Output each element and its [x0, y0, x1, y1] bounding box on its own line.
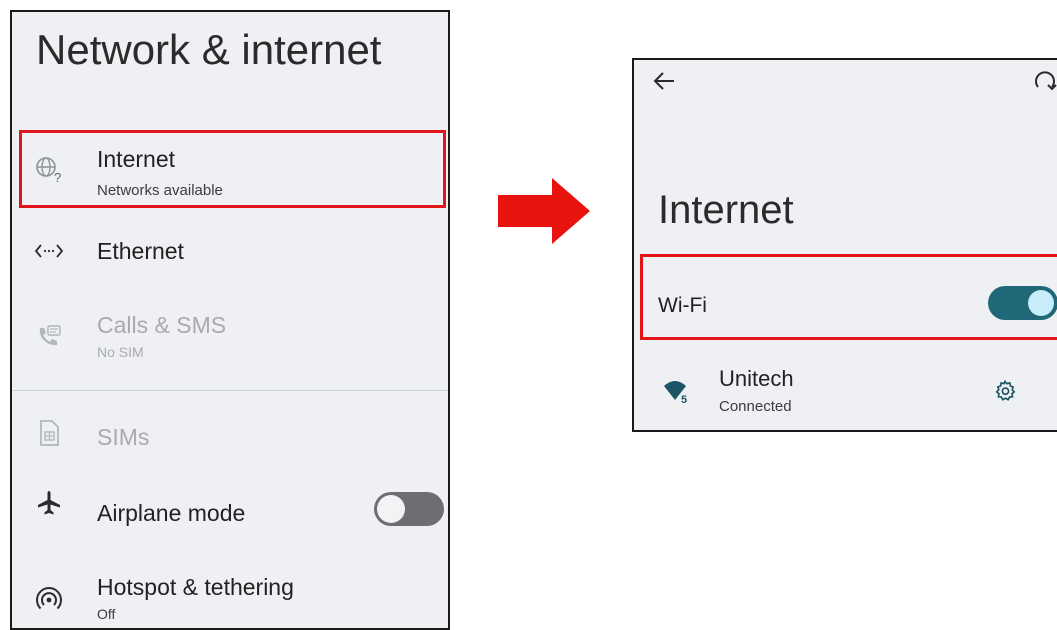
sims-item[interactable]: SIMs [12, 404, 448, 460]
section-divider [12, 390, 448, 391]
ethernet-label: Ethernet [97, 238, 184, 264]
gear-icon[interactable] [994, 379, 1016, 407]
sims-label: SIMs [97, 424, 150, 450]
internet-screen: Internet Wi-Fi 5 Unitech Connected [632, 58, 1057, 432]
back-arrow-icon[interactable] [652, 70, 676, 97]
page-title: Network & internet [36, 26, 382, 73]
airplane-icon [34, 488, 64, 518]
airplane-mode-toggle[interactable] [374, 492, 444, 526]
internet-highlight-box [19, 130, 446, 208]
hotspot-icon [34, 584, 64, 614]
network-refresh-icon[interactable] [1032, 68, 1057, 99]
wifi-highlight-box [640, 254, 1057, 340]
calls-sms-icon [34, 322, 64, 352]
wifi-network-item[interactable]: 5 Unitech Connected [634, 356, 1057, 426]
right-arrow-icon [498, 178, 590, 244]
network-status: Connected [719, 398, 792, 415]
airplane-mode-label: Airplane mode [97, 500, 246, 526]
airplane-mode-item[interactable]: Airplane mode [12, 478, 448, 534]
calls-sms-item[interactable]: Calls & SMS No SIM [12, 300, 448, 376]
calls-sms-sub: No SIM [97, 344, 144, 360]
calls-sms-label: Calls & SMS [97, 312, 227, 338]
ethernet-icon [34, 236, 64, 266]
wifi-signal-icon: 5 [662, 378, 692, 409]
network-name: Unitech [719, 366, 794, 391]
ethernet-item[interactable]: Ethernet [12, 224, 448, 280]
page-title: Internet [658, 188, 794, 232]
sim-card-icon [34, 418, 64, 448]
network-internet-screen: Network & internet ? Internet Networks a… [10, 10, 450, 630]
toggle-knob [377, 495, 405, 523]
hotspot-tethering-item[interactable]: Hotspot & tethering Off [12, 560, 448, 628]
hotspot-sub: Off [97, 606, 116, 622]
svg-text:5: 5 [681, 394, 687, 404]
hotspot-label: Hotspot & tethering [97, 574, 294, 600]
